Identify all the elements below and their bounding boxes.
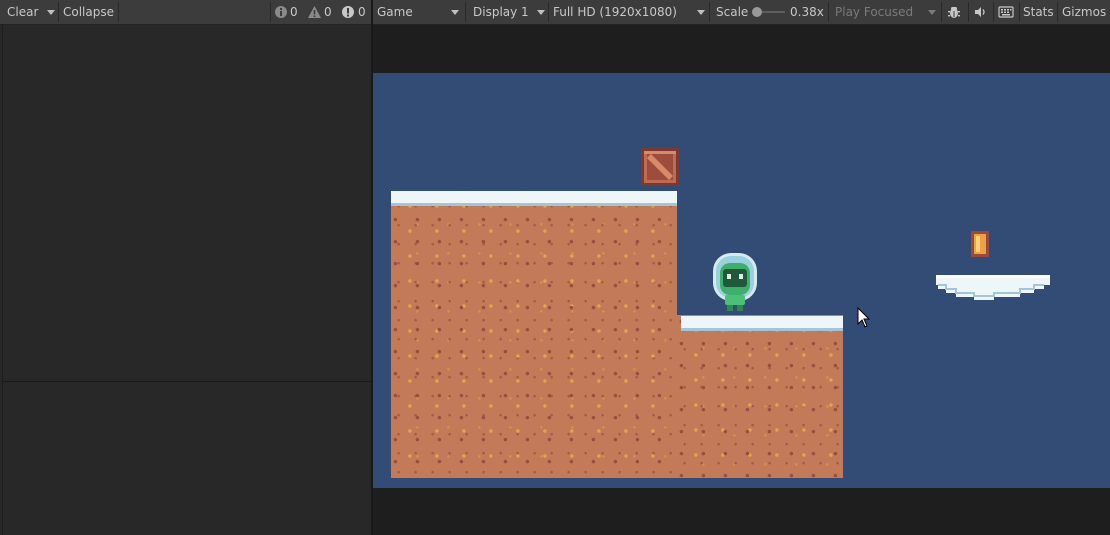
toolbar-divider [709,2,710,22]
toolbar-divider [118,2,119,22]
play-mode-chevron-down-icon[interactable] [928,10,936,15]
snow-cap-left [391,191,677,203]
clear-button[interactable]: Clear [7,0,38,24]
collapse-button[interactable]: Collapse [63,0,114,24]
log-toggle[interactable]: 0 [272,0,300,24]
console-log-list[interactable] [2,25,372,381]
info-icon [275,6,287,18]
dirt-terrain-right [677,315,843,478]
coin-pickup [971,231,989,257]
toolbar-divider [941,2,942,22]
log-count: 0 [290,5,298,19]
console-toolbar: Clear Collapse 0 0 0 [0,0,371,25]
display-dropdown-label[interactable]: Display 1 [473,0,529,24]
toolbar-divider [828,2,829,22]
warning-icon [308,6,321,18]
error-toggle[interactable]: 0 [339,0,369,24]
toolbar-divider [58,2,59,22]
error-count: 0 [358,5,366,19]
toolbar-divider [968,2,969,22]
snow-shadow-right [681,328,843,331]
floating-snow-platform [936,275,1050,300]
scale-slider-thumb[interactable] [752,7,763,17]
warning-toggle[interactable]: 0 [305,0,335,24]
error-icon [342,6,354,18]
scale-label: Scale [716,5,749,19]
dirt-terrain-left [391,191,677,478]
toolbar-divider [1019,2,1020,22]
display-chevron-down-icon[interactable] [537,10,545,15]
snow-shadow-left [391,203,677,206]
toolbar-divider [548,2,549,22]
warning-count: 0 [324,5,332,19]
view-dropdown-label[interactable]: Game [377,0,413,24]
resolution-dropdown-label[interactable]: Full HD (1920x1080) [553,0,677,24]
toolbar-divider [270,2,271,22]
console-panel: Clear Collapse 0 0 0 [0,0,372,535]
scale-value: 0.38x [790,5,824,19]
speaker-icon[interactable] [973,5,987,19]
game-toolbar: Game Display 1 Full HD (1920x1080) Scale… [373,0,1110,25]
clear-options-chevron-down-icon[interactable] [47,10,55,15]
view-chevron-down-icon[interactable] [451,10,459,15]
stats-button[interactable]: Stats [1023,0,1054,24]
toolbar-divider [1057,2,1058,22]
toolbar-divider [993,2,994,22]
player-character [713,253,757,311]
toolbar-divider [465,2,466,22]
game-viewport[interactable] [373,73,1110,488]
wooden-crate [641,148,679,186]
console-detail-pane[interactable] [2,382,372,535]
keyboard-icon[interactable] [998,6,1014,18]
gizmos-button[interactable]: Gizmos [1062,0,1106,24]
bug-icon[interactable] [947,5,961,19]
play-mode-dropdown-label[interactable]: Play Focused [835,0,913,24]
mouse-pointer-icon [857,307,871,328]
snow-cap-right [681,316,843,328]
resolution-chevron-down-icon[interactable] [697,10,705,15]
